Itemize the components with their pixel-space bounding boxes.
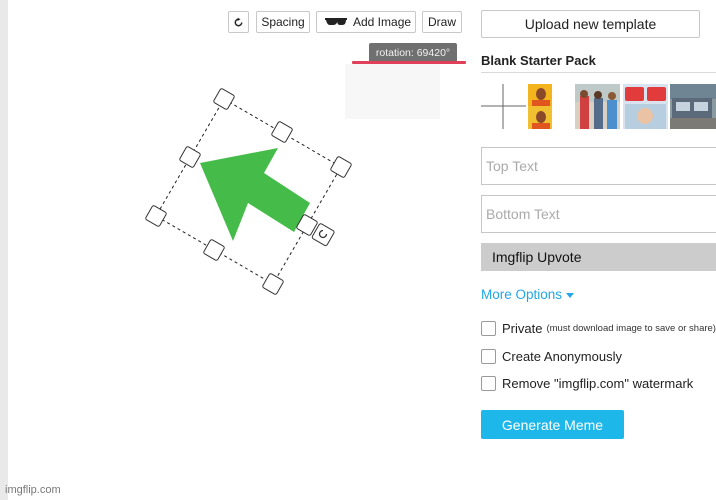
resize-handle-bottom-mid[interactable] — [203, 239, 225, 261]
resize-handle-top-mid[interactable] — [271, 121, 293, 143]
upload-template-button[interactable]: Upload new template — [481, 10, 700, 38]
option-remove-watermark[interactable]: Remove "imgflip.com" watermark — [481, 376, 693, 391]
watermark-text: imgflip.com — [5, 484, 61, 496]
green-arrow-image[interactable] — [200, 148, 310, 241]
private-note: (must download image to save or share) — [546, 323, 716, 334]
pack-divider — [481, 72, 716, 73]
more-options-label: More Options — [481, 287, 563, 302]
generate-meme-button[interactable]: Generate Meme — [481, 410, 624, 439]
caret-down-icon — [566, 292, 575, 298]
remove-watermark-checkbox[interactable] — [481, 376, 496, 391]
template-name: Imgflip Upvote — [492, 249, 582, 265]
template-thumb-buttons[interactable] — [623, 84, 668, 129]
option-private[interactable]: Private (must download image to save or … — [481, 321, 716, 336]
car-thumb-image — [670, 84, 716, 129]
template-thumb-distracted[interactable] — [575, 84, 620, 129]
distracted-thumb-image — [575, 84, 620, 129]
upload-template-label: Upload new template — [524, 16, 657, 32]
drake-thumb-image — [528, 84, 552, 129]
anonymous-checkbox[interactable] — [481, 349, 496, 364]
top-text-input[interactable] — [481, 147, 716, 185]
anonymous-label: Create Anonymously — [502, 349, 622, 364]
resize-handle-left-mid[interactable] — [179, 146, 201, 168]
resize-handle-bottom[interactable] — [262, 273, 284, 295]
selected-template-bar[interactable]: Imgflip Upvote — [481, 243, 716, 271]
resize-handle-left[interactable] — [145, 205, 167, 227]
more-options-toggle[interactable]: More Options — [481, 287, 575, 302]
pack-title: Blank Starter Pack — [481, 53, 596, 68]
remove-watermark-label: Remove "imgflip.com" watermark — [502, 376, 694, 391]
resize-handle-right[interactable] — [330, 156, 352, 178]
generate-meme-label: Generate Meme — [501, 416, 604, 433]
crosshair-icon — [481, 84, 526, 129]
option-anonymous[interactable]: Create Anonymously — [481, 349, 622, 364]
blank-template-thumb[interactable] — [481, 84, 526, 129]
template-thumb-car[interactable] — [670, 84, 716, 129]
template-thumb-drake[interactable] — [528, 84, 552, 129]
buttons-thumb-image — [623, 84, 668, 129]
bottom-text-input[interactable] — [481, 195, 716, 233]
image-overlay[interactable] — [0, 0, 470, 500]
private-checkbox[interactable] — [481, 321, 496, 336]
resize-handle-top[interactable] — [213, 88, 235, 110]
private-label: Private — [502, 321, 543, 336]
